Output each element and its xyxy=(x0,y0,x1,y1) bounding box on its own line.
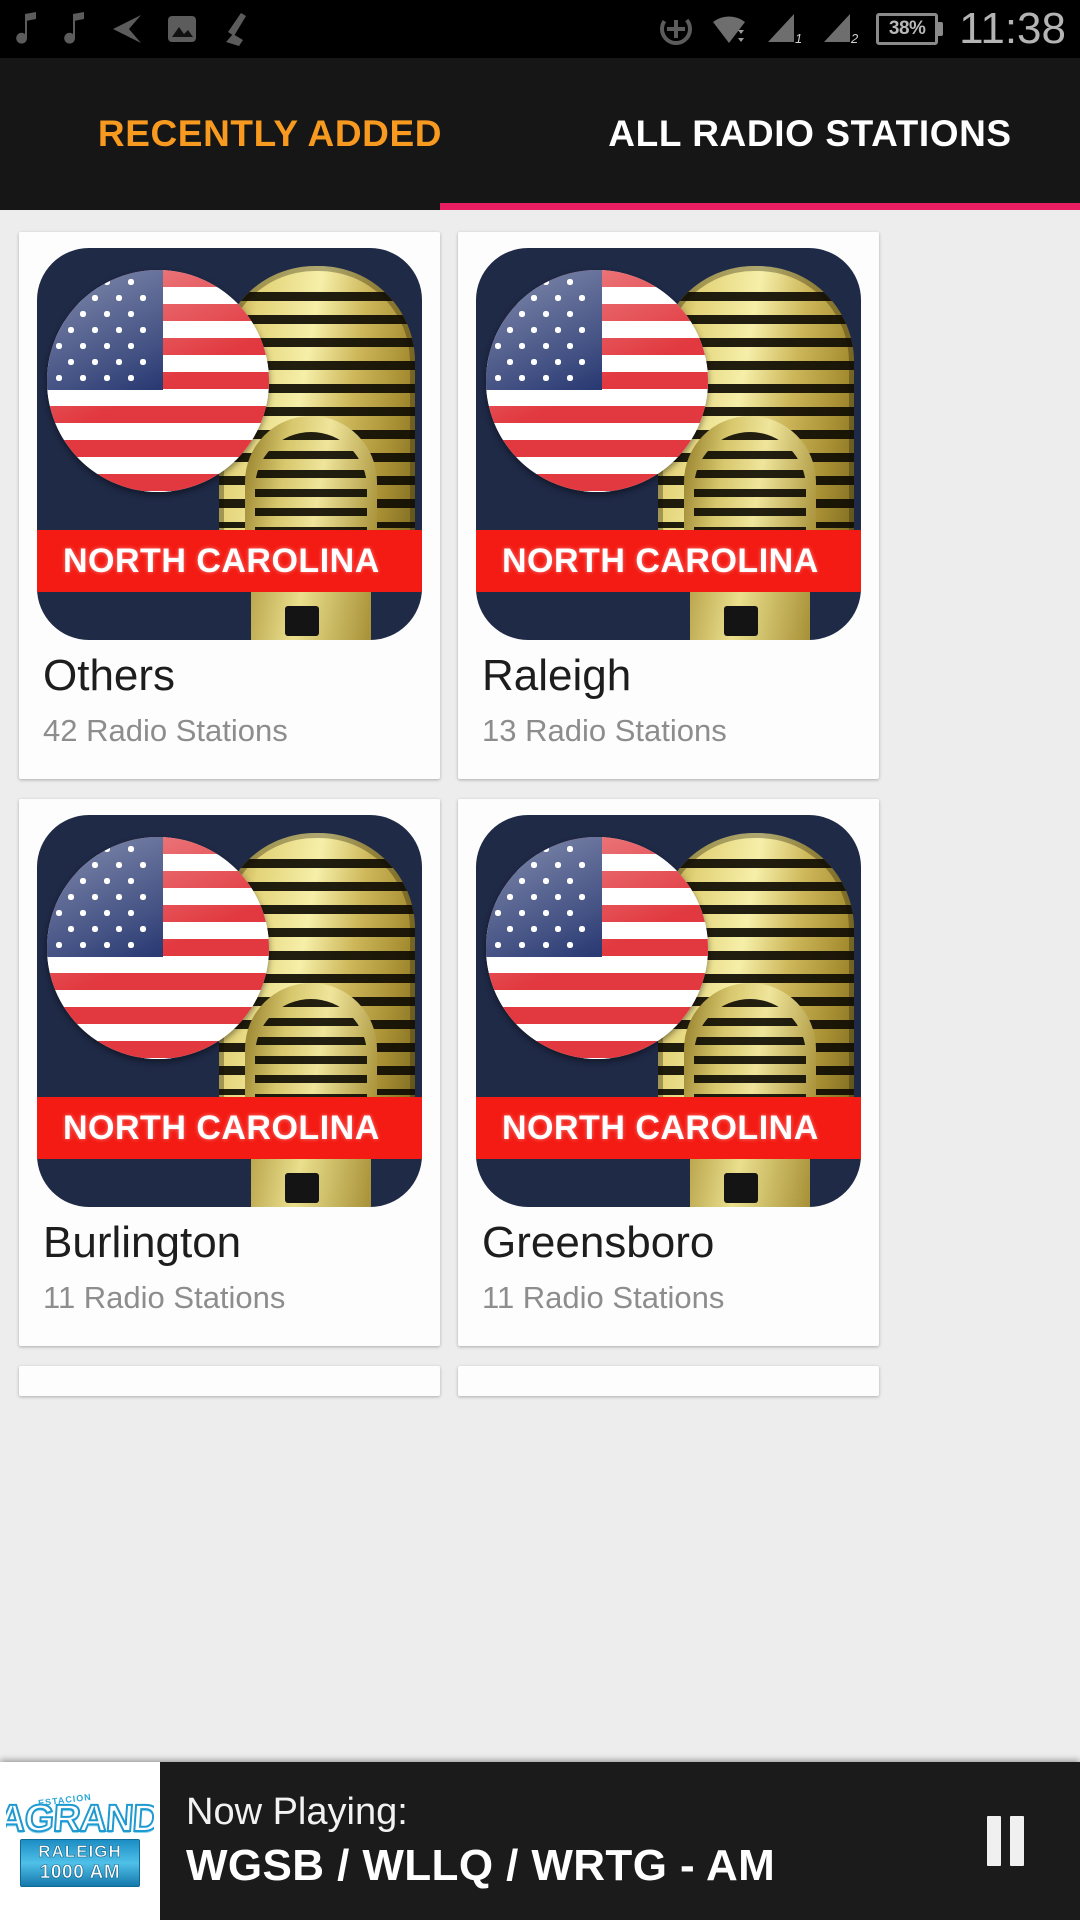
artwork-banner-text: NORTH CAROLINA xyxy=(502,541,819,580)
microphone-inner-grille xyxy=(694,432,806,544)
flag-gloss xyxy=(47,837,269,1059)
station-artwork: NORTH CAROLINA xyxy=(458,232,879,642)
artwork-banner: NORTH CAROLINA xyxy=(37,1097,422,1159)
station-artwork: NORTH CAROLINA xyxy=(458,799,879,1209)
broom-icon xyxy=(226,13,246,46)
svg-text:2: 2 xyxy=(850,31,859,46)
wifi-icon xyxy=(713,16,746,43)
north-carolina-radio-artwork: NORTH CAROLINA xyxy=(37,815,422,1207)
pause-button[interactable] xyxy=(930,1762,1080,1920)
station-logo-main-text: LAGRANDE xyxy=(6,1797,154,1841)
station-artwork: NORTH CAROLINA xyxy=(19,232,440,642)
status-bar-clock: 11:38 xyxy=(959,4,1066,53)
station-card-next-row-partial[interactable] xyxy=(458,1366,879,1396)
station-card-body: Burlington 11 Radio Stations xyxy=(19,1209,440,1346)
north-carolina-radio-artwork: NORTH CAROLINA xyxy=(37,248,422,640)
station-card-raleigh[interactable]: NORTH CAROLINA Raleigh 13 Radio Stations xyxy=(458,232,879,779)
station-card-others[interactable]: NORTH CAROLINA Others 42 Radio Stations xyxy=(19,232,440,779)
station-card-burlington[interactable]: NORTH CAROLINA Burlington 11 Radio Stati… xyxy=(19,799,440,1346)
artwork-banner: NORTH CAROLINA xyxy=(37,530,422,592)
station-card-subtitle: 13 Radio Stations xyxy=(482,713,727,748)
battery-percent-label: 38% xyxy=(876,13,939,45)
flag-gloss xyxy=(486,837,708,1059)
navigation-arrow-icon xyxy=(113,15,141,43)
station-grid: NORTH CAROLINA Others 42 Radio Stations xyxy=(0,210,1080,1406)
station-logo-frequency: 1000 AM xyxy=(39,1861,121,1884)
app-root: 1 2 38% 11:38 RECENTLY ADDED ALL RADIO S… xyxy=(0,0,1080,1920)
station-card-next-row-partial[interactable] xyxy=(19,1366,440,1396)
flag-gloss xyxy=(486,270,708,492)
tab-all-radio-stations[interactable]: ALL RADIO STATIONS xyxy=(540,58,1080,210)
tab-recently-added[interactable]: RECENTLY ADDED xyxy=(0,58,540,210)
tab-bar: RECENTLY ADDED ALL RADIO STATIONS xyxy=(0,58,1080,210)
status-bar-right-icons: 1 2 38% 11:38 xyxy=(658,7,1066,51)
station-logo-city: RALEIGH xyxy=(38,1841,122,1862)
station-card-body: Raleigh 13 Radio Stations xyxy=(458,642,879,779)
image-icon xyxy=(168,16,196,42)
us-flag-icon xyxy=(486,837,708,1059)
us-flag-icon xyxy=(47,270,269,492)
station-card-body: Greensboro 11 Radio Stations xyxy=(458,1209,879,1346)
signal-1-icon: 1 xyxy=(768,14,802,46)
music-note-icon xyxy=(64,12,84,44)
artwork-banner-text: NORTH CAROLINA xyxy=(63,1108,380,1147)
station-card-subtitle: 42 Radio Stations xyxy=(43,713,288,748)
pause-bar-right xyxy=(1009,1816,1024,1866)
station-logo-grande-text: GRANDE xyxy=(23,1797,154,1841)
station-card-subtitle: 11 Radio Stations xyxy=(482,1280,725,1315)
pause-icon xyxy=(986,1816,1024,1866)
now-playing-logo-container: ESTACION LAGRANDE RALEIGH 1000 AM xyxy=(0,1762,160,1920)
status-bar: 1 2 38% 11:38 xyxy=(0,0,1080,58)
station-logo: ESTACION LAGRANDE RALEIGH 1000 AM xyxy=(6,1781,154,1901)
svg-text:1: 1 xyxy=(795,31,802,46)
now-playing-text: Now Playing: WGSB / WLLQ / WRTG - AM xyxy=(160,1762,930,1920)
battery-tip xyxy=(938,22,944,36)
station-card-body: Others 42 Radio Stations xyxy=(19,642,440,779)
artwork-banner: NORTH CAROLINA xyxy=(476,530,861,592)
us-flag-icon xyxy=(47,837,269,1059)
tab-list: RECENTLY ADDED ALL RADIO STATIONS xyxy=(0,58,1080,210)
north-carolina-radio-artwork: NORTH CAROLINA xyxy=(476,815,861,1207)
location-add-icon xyxy=(660,13,693,45)
station-card-title: Raleigh xyxy=(482,651,632,700)
station-card-subtitle: 11 Radio Stations xyxy=(43,1280,286,1315)
now-playing-label: Now Playing: xyxy=(186,1790,408,1833)
artwork-banner-text: NORTH CAROLINA xyxy=(502,1108,819,1147)
station-card-greensboro[interactable]: NORTH CAROLINA Greensboro 11 Radio Stati… xyxy=(458,799,879,1346)
signal-2-icon: 2 xyxy=(824,14,859,46)
station-card-title: Greensboro xyxy=(482,1218,715,1267)
artwork-banner-text: NORTH CAROLINA xyxy=(63,541,380,580)
microphone-inner-grille xyxy=(255,999,367,1111)
pause-bar-left xyxy=(986,1816,1001,1866)
microphone-inner-grille xyxy=(694,999,806,1111)
station-artwork: NORTH CAROLINA xyxy=(19,799,440,1209)
station-logo-sub: RALEIGH 1000 AM xyxy=(20,1838,140,1887)
flag-gloss xyxy=(47,270,269,492)
north-carolina-radio-artwork: NORTH CAROLINA xyxy=(476,248,861,640)
music-note-icon xyxy=(16,12,36,44)
status-bar-left-icons xyxy=(14,12,252,46)
station-card-title: Others xyxy=(43,651,176,700)
stations-scroll-area[interactable]: NORTH CAROLINA Others 42 Radio Stations xyxy=(0,210,1080,1730)
now-playing-bar[interactable]: ESTACION LAGRANDE RALEIGH 1000 AM Now Pl… xyxy=(0,1762,1080,1920)
us-flag-icon xyxy=(486,270,708,492)
microphone-inner-grille xyxy=(255,432,367,544)
now-playing-station-title: WGSB / WLLQ / WRTG - AM xyxy=(186,1841,776,1891)
artwork-banner: NORTH CAROLINA xyxy=(476,1097,861,1159)
battery-indicator: 38% xyxy=(876,13,944,45)
station-card-title: Burlington xyxy=(43,1218,242,1267)
